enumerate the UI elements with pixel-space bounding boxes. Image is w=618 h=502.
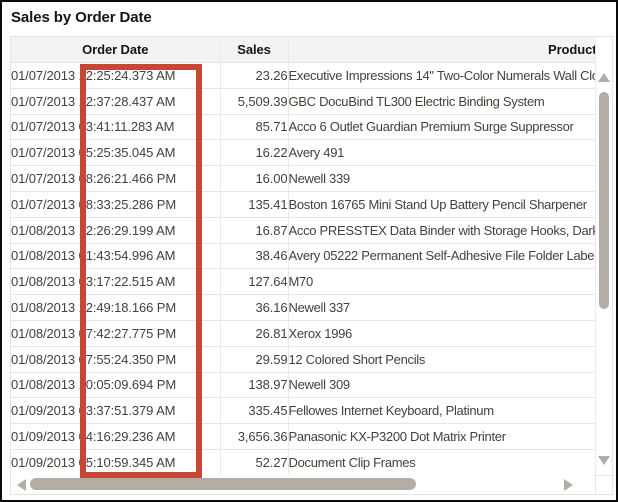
column-header-sales[interactable]: Sales [220,37,289,63]
product-name-cell: Newell 309 [288,372,595,399]
table-row[interactable]: 01/08/2013 07:42:27.775 PM 26.81 Xerox 1… [11,320,595,347]
table-scroll-area: Order Date Sales Product Name 01/07/2013… [11,37,595,475]
table-row[interactable]: 01/07/2013 08:33:25.286 PM 135.41 Boston… [11,191,595,218]
product-name-cell: 12 Colored Short Pencils [288,346,595,373]
sales-table-widget: Order Date Sales Product Name 01/07/2013… [10,36,613,495]
product-name-cell: Avery 05222 Permanent Self-Adhesive File… [288,243,595,270]
order-date-cell: 01/07/2013 05:25:35.045 AM [11,139,221,167]
product-name-cell: Document Clip Frames [288,449,595,475]
screenshot-frame: Sales by Order Date Order Date Sales Pro… [0,0,618,502]
scrollbar-corner [595,475,612,494]
table-row[interactable]: 01/09/2013 04:16:29.236 AM 3,656.36 Pana… [11,423,595,450]
sales-cell: 16.00 [220,165,289,192]
order-date-cell: 01/09/2013 03:37:51.379 AM [11,397,221,425]
order-date-cell: 01/09/2013 04:16:29.236 AM [11,423,221,450]
sales-cell: 23.26 [220,62,289,89]
order-date-cell: 01/07/2013 03:41:11.283 AM [11,114,221,141]
scroll-right-arrow-icon[interactable] [564,479,573,491]
product-name-cell: Xerox 1996 [288,320,595,347]
table-row[interactable]: 01/08/2013 03:17:22.515 AM 127.64 M70 [11,268,595,296]
scroll-up-arrow-icon[interactable] [598,73,610,82]
order-date-cell: 01/08/2013 07:42:27.775 PM [11,320,221,347]
sales-cell: 16.22 [220,139,289,167]
sales-cell: 29.59 [220,346,289,373]
product-name-cell: Avery 491 [288,139,595,167]
order-date-cell: 01/09/2013 05:10:59.345 AM [11,449,221,475]
order-date-cell: 01/07/2013 12:37:28.437 AM [11,88,221,115]
sales-cell: 16.87 [220,217,289,244]
order-date-cell: 01/08/2013 03:17:22.515 AM [11,268,221,296]
column-header-product-name[interactable]: Product Name [288,37,595,63]
table-row[interactable]: 01/08/2013 12:49:18.166 PM 36.16 Newell … [11,294,595,321]
sales-cell: 3,656.36 [220,423,289,450]
table-row[interactable]: 01/08/2013 12:26:29.199 AM 16.87 Acco PR… [11,217,595,244]
sales-cell: 138.97 [220,372,289,399]
sales-cell: 127.64 [220,268,289,296]
table-row[interactable]: 01/09/2013 05:10:59.345 AM 52.27 Documen… [11,449,595,475]
table-row[interactable]: 01/08/2013 01:43:54.996 AM 38.46 Avery 0… [11,243,595,270]
product-name-cell: Acco PRESSTEX Data Binder with Storage H… [288,217,595,244]
table-row[interactable]: 01/07/2013 08:26:21.466 PM 16.00 Newell … [11,165,595,192]
table-row[interactable]: 01/07/2013 05:25:35.045 AM 16.22 Avery 4… [11,139,595,167]
table-row[interactable]: 01/08/2013 07:55:24.350 PM 29.59 12 Colo… [11,346,595,373]
page-title: Sales by Order Date [11,9,152,26]
order-date-cell: 01/08/2013 07:55:24.350 PM [11,346,221,373]
vertical-scrollbar[interactable] [595,37,612,475]
order-date-cell: 01/07/2013 08:26:21.466 PM [11,165,221,192]
order-date-cell: 01/08/2013 01:43:54.996 AM [11,243,221,270]
product-name-cell: Executive Impressions 14" Two-Color Nume… [288,62,595,89]
product-name-cell: M70 [288,268,595,296]
sales-cell: 135.41 [220,191,289,218]
order-date-cell: 01/07/2013 12:25:24.373 AM [11,62,221,89]
table-row[interactable]: 01/09/2013 03:37:51.379 AM 335.45 Fellow… [11,397,595,425]
sales-cell: 335.45 [220,397,289,425]
order-date-cell: 01/07/2013 08:33:25.286 PM [11,191,221,218]
order-date-cell: 01/08/2013 12:49:18.166 PM [11,294,221,321]
sales-cell: 26.81 [220,320,289,347]
sales-cell: 36.16 [220,294,289,321]
column-header-order-date[interactable]: Order Date [11,37,221,63]
product-name-cell: Newell 339 [288,165,595,192]
table-row[interactable]: 01/08/2013 10:05:09.694 PM 138.97 Newell… [11,372,595,399]
table-header-row: Order Date Sales Product Name [11,37,595,63]
horizontal-scrollbar-thumb[interactable] [30,478,416,490]
sales-cell: 52.27 [220,449,289,475]
product-name-cell: Acco 6 Outlet Guardian Premium Surge Sup… [288,114,595,141]
sales-cell: 38.46 [220,243,289,270]
sales-cell: 85.71 [220,114,289,141]
scroll-down-arrow-icon[interactable] [598,456,610,465]
table-row[interactable]: 01/07/2013 12:25:24.373 AM 23.26 Executi… [11,62,595,89]
order-date-cell: 01/08/2013 12:26:29.199 AM [11,217,221,244]
product-name-cell: GBC DocuBind TL300 Electric Binding Syst… [288,88,595,115]
order-date-cell: 01/08/2013 10:05:09.694 PM [11,372,221,399]
product-name-cell: Boston 16765 Mini Stand Up Battery Penci… [288,191,595,218]
scroll-left-arrow-icon[interactable] [17,479,26,491]
product-name-cell: Panasonic KX-P3200 Dot Matrix Printer [288,423,595,450]
horizontal-scrollbar[interactable] [11,475,595,494]
sales-cell: 5,509.39 [220,88,289,115]
table-body: 01/07/2013 12:25:24.373 AM 23.26 Executi… [11,62,595,475]
table-row[interactable]: 01/07/2013 12:37:28.437 AM 5,509.39 GBC … [11,88,595,115]
product-name-cell: Newell 337 [288,294,595,321]
product-name-cell: Fellowes Internet Keyboard, Platinum [288,397,595,425]
vertical-scrollbar-thumb[interactable] [599,92,609,309]
sales-table: Order Date Sales Product Name 01/07/2013… [11,37,595,475]
table-row[interactable]: 01/07/2013 03:41:11.283 AM 85.71 Acco 6 … [11,114,595,141]
